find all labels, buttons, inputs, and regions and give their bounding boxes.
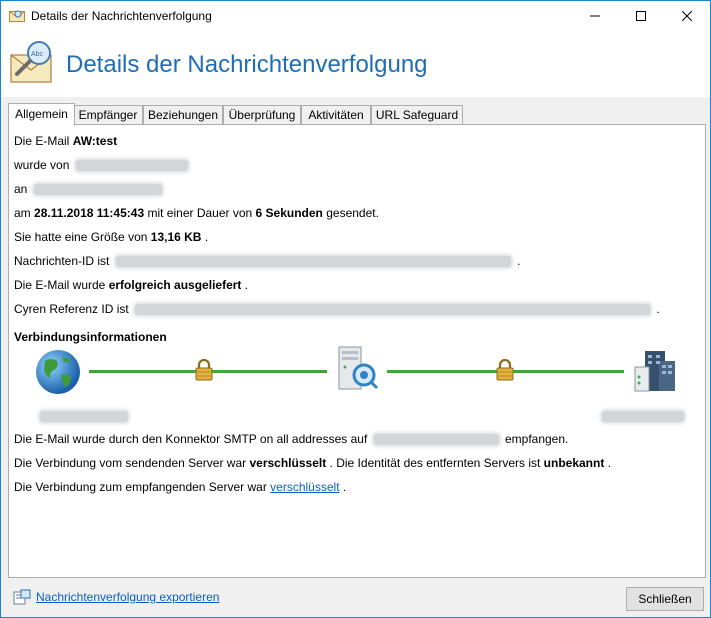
delivery-suffix: . (244, 278, 249, 292)
subject-line: Die E-Mail AW:test (14, 134, 117, 148)
details-window: Details der Nachrichtenverfolgung Abc De… (0, 0, 711, 618)
sender-redacted (75, 160, 188, 172)
size-prefix: Sie hatte eine Größe von (14, 230, 148, 244)
general-panel: Die E-Mail AW:test wurde von an am 28.11… (8, 124, 706, 578)
close-icon (682, 11, 692, 21)
minimize-icon (590, 15, 600, 17)
maximize-button[interactable] (618, 1, 664, 31)
cyren-prefix: Cyren Referenz ID ist (14, 302, 129, 316)
message-id-suffix: . (517, 254, 521, 268)
date-prefix: am (14, 206, 31, 220)
connection-diagram (9, 343, 705, 433)
message-id-line: Nachrichten-ID ist . (14, 254, 520, 268)
minimize-button[interactable] (572, 1, 618, 31)
delivery-prefix: Die E-Mail wurde (14, 278, 106, 292)
received-prefix: Die E-Mail wurde durch den Konnektor SMT… (14, 432, 368, 446)
from-prefix: wurde von (14, 158, 70, 172)
tab-aktivitaeten[interactable]: Aktivitäten (301, 105, 371, 124)
lock-icon (496, 358, 514, 381)
globe-icon (36, 350, 80, 394)
date-line: am 28.11.2018 11:45:43 mit einer Dauer v… (14, 206, 379, 220)
duration-prefix: mit einer Dauer von (147, 206, 253, 220)
receiving-status-link[interactable]: verschlüsselt (270, 480, 339, 494)
from-line: wurde von (14, 158, 191, 172)
size-suffix: . (204, 230, 209, 244)
receiving-prefix: Die Verbindung zum empfangenden Server w… (14, 480, 267, 494)
cyren-line: Cyren Referenz ID ist . (14, 302, 660, 316)
receiver-ip-redacted (602, 411, 684, 422)
sending-prefix: Die Verbindung vom sendenden Server war (14, 456, 247, 470)
delivery-status: erfolgreich ausgeliefert (108, 278, 242, 292)
buildings-icon (634, 351, 675, 392)
export-icon (13, 589, 31, 605)
export-link[interactable]: Nachrichtenverfolgung exportieren (36, 590, 219, 604)
size-value: 13,16 KB (150, 230, 202, 244)
subject-prefix: Die E-Mail (14, 134, 70, 148)
message-id-redacted (115, 256, 511, 268)
sending-suffix: . (607, 456, 612, 470)
tab-beziehungen[interactable]: Beziehungen (143, 105, 223, 124)
duration-suffix: gesendet. (326, 206, 379, 220)
close-button[interactable]: Schließen (626, 587, 704, 611)
page-title: Details der Nachrichtenverfolgung (66, 51, 428, 78)
delivery-line: Die E-Mail wurde erfolgreich ausgeliefer… (14, 278, 248, 292)
envelope-magnifier-icon: Abc (10, 41, 52, 83)
lock-icon (195, 358, 213, 381)
sending-status: verschlüsselt (249, 456, 327, 470)
tab-ueberpruefung[interactable]: Überprüfung (223, 105, 301, 124)
tab-empfaenger[interactable]: Empfänger (73, 105, 143, 124)
server-icon (338, 346, 379, 390)
duration-value: 6 Sekunden (255, 206, 323, 220)
cyren-suffix: . (656, 302, 660, 316)
connection-heading: Verbindungsinformationen (14, 330, 167, 344)
size-line: Sie hatte eine Größe von 13,16 KB . (14, 230, 208, 244)
message-id-prefix: Nachrichten-ID ist (14, 254, 110, 268)
recipient-redacted (33, 184, 162, 196)
received-suffix: empfangen. (504, 432, 569, 446)
to-prefix: an (14, 182, 28, 196)
sending-line: Die Verbindung vom sendenden Server war … (14, 456, 611, 470)
dialog-header: Abc Details der Nachrichtenverfolgung (1, 31, 710, 97)
cyren-id-redacted (135, 304, 651, 316)
envelope-app-icon (9, 10, 25, 22)
server-redacted (373, 434, 499, 446)
tab-allgemein[interactable]: Allgemein (8, 103, 75, 126)
received-line: Die E-Mail wurde durch den Konnektor SMT… (14, 432, 568, 446)
date-value: 28.11.2018 11:45:43 (34, 206, 145, 220)
subject-value: AW:test (72, 134, 118, 148)
title-bar: Details der Nachrichtenverfolgung (1, 1, 710, 31)
maximize-icon (636, 11, 646, 21)
receiving-line: Die Verbindung zum empfangenden Server w… (14, 480, 346, 494)
to-line: an (14, 182, 165, 196)
tab-url-safeguard[interactable]: URL Safeguard (371, 105, 463, 124)
receiving-suffix: . (342, 480, 347, 494)
identity-status: unbekannt (543, 456, 605, 470)
close-window-button[interactable] (664, 1, 710, 31)
sending-middle: . Die Identität des entfernten Servers i… (329, 456, 541, 470)
svg-text:Abc: Abc (31, 51, 44, 58)
sender-ip-redacted (40, 411, 128, 422)
window-title: Details der Nachrichtenverfolgung (31, 9, 212, 23)
